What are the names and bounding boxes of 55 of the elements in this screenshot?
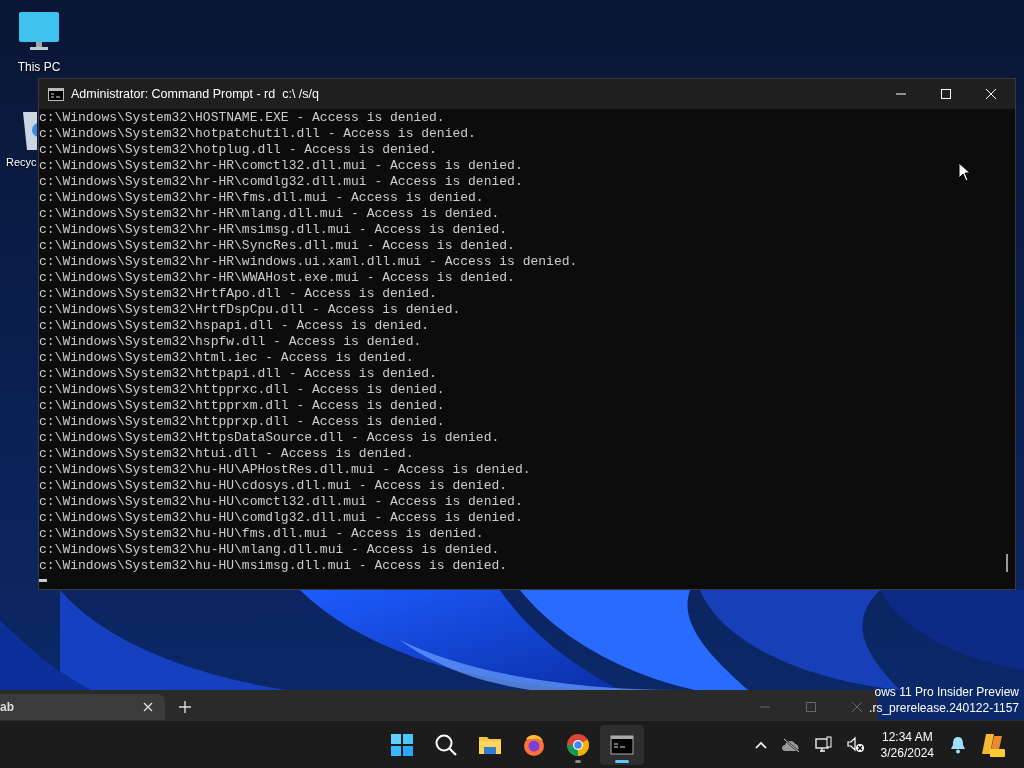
- console-line: c:\Windows\System32\hu-HU\msimsg.dll.mui - Access is denied.: [39, 558, 508, 574]
- console-line: c:\Windows\System32\hspfw.dll - Access is denied.: [39, 334, 422, 350]
- pointer-icon: [958, 162, 972, 182]
- console-line: c:\Windows\System32\hotplug.dll - Access is denied.: [39, 142, 437, 158]
- console-line: c:\Windows\System32\hspapi.dll - Access is denied.: [39, 318, 430, 334]
- start-icon: [390, 732, 414, 757]
- console-line: c:\Windows\System32\hr-HR\SyncRes.dll.mui - Access is denied.: [39, 238, 515, 254]
- console-line: c:\Windows\System32\HrtfApo.dll - Access is denied.: [39, 286, 437, 302]
- console-line: c:\Windows\System32\hr-HR\WWAHost.exe.mui - Access is denied.: [39, 270, 515, 286]
- console-line: c:\Windows\System32\hr-HR\msimsg.dll.mui - Access is denied.: [39, 222, 508, 238]
- clock[interactable]: 12:34 AM 3/26/2024: [880, 728, 934, 761]
- console-icon: [48, 87, 64, 101]
- copilot-icon[interactable]: [980, 731, 1006, 758]
- console-line: c:\Windows\System32\HrtfDspCpu.dll - Access is denied.: [39, 302, 461, 318]
- network-icon[interactable]: [814, 735, 833, 754]
- console-line: c:\Windows\System32\HttpsDataSource.dll - Access is denied.: [39, 430, 500, 446]
- volume-muted-icon[interactable]: [846, 735, 865, 754]
- console-line: c:\Windows\System32\hu-HU\fms.dll.mui - Access is denied.: [39, 526, 484, 542]
- console-line: c:\Windows\System32\hu-HU\comctl32.dll.mui - Access is denied.: [39, 494, 523, 510]
- terminal-icon: [610, 732, 634, 757]
- console-line: c:\Windows\System32\hu-HU\APHostRes.dll.mui - Access is denied.: [39, 462, 531, 478]
- console-line: c:\Windows\System32\html.iec - Access is denied.: [39, 350, 414, 366]
- console-line: c:\Windows\System32\hu-HU\cdosys.dll.mui - Access is denied.: [39, 478, 508, 494]
- browser-tab[interactable]: ab: [0, 694, 165, 720]
- chrome-icon: [566, 732, 590, 757]
- window-title: Administrator: Command Prompt - rd c:\ /s/q: [71, 87, 319, 101]
- desktop-icon-label[interactable]: This PC: [17, 60, 61, 74]
- console-line: c:\Windows\System32\hu-HU\mlang.dll.mui - Access is denied.: [39, 542, 500, 558]
- search-icon: [434, 732, 458, 757]
- running-indicator: [615, 759, 629, 763]
- console-line: c:\Windows\System32\httpprxc.dll - Access is denied.: [39, 382, 445, 398]
- console-line: c:\Windows\System32\hr-HR\windows.ui.xaml.dll.mui - Access is denied.: [39, 254, 578, 270]
- console-line: c:\Windows\System32\httpprxp.dll - Access is denied.: [39, 414, 445, 430]
- taskbar-button[interactable]: [600, 724, 644, 765]
- desktop-icon-label[interactable]: Recyc: [6, 156, 37, 168]
- running-indicator: [575, 759, 581, 763]
- firefox-icon: [522, 732, 546, 757]
- console-line: c:\Windows\System32\hr-HR\comdlg32.dll.mui - Access is denied.: [39, 174, 523, 190]
- watermark-text: ows 11 Pro Insider Preview: [874, 684, 1019, 700]
- console-line: c:\Windows\System32\hr-HR\fms.dll.mui - Access is denied.: [39, 190, 484, 206]
- console-line: c:\Windows\System32\htui.dll - Access is denied.: [39, 446, 414, 462]
- console-line: c:\Windows\System32\httpapi.dll - Access is denied.: [39, 366, 437, 382]
- console-line: c:\Windows\System32\hr-HR\mlang.dll.mui - Access is denied.: [39, 206, 500, 222]
- bell-icon[interactable]: [950, 735, 966, 754]
- plus-icon[interactable]: [179, 701, 191, 713]
- scrollbar-thumb[interactable]: [1006, 554, 1008, 572]
- console-line: c:\Windows\System32\httpprxm.dll - Access is denied.: [39, 398, 445, 414]
- console-line: c:\Windows\System32\HOSTNAME.EXE - Access is denied.: [39, 110, 445, 126]
- console-line: c:\Windows\System32\hotpatchutil.dll - Access is denied.: [39, 126, 476, 142]
- chevron-up-icon[interactable]: [754, 740, 767, 749]
- watermark-text: .rs_prerelease.240122-1157: [869, 700, 1019, 716]
- cloud-icon[interactable]: [780, 737, 801, 752]
- text-cursor: [39, 579, 47, 582]
- console-line: c:\Windows\System32\hu-HU\comdlg32.dll.mui - Access is denied.: [39, 510, 523, 526]
- console-line: c:\Windows\System32\hr-HR\comctl32.dll.mui - Access is denied.: [39, 158, 523, 174]
